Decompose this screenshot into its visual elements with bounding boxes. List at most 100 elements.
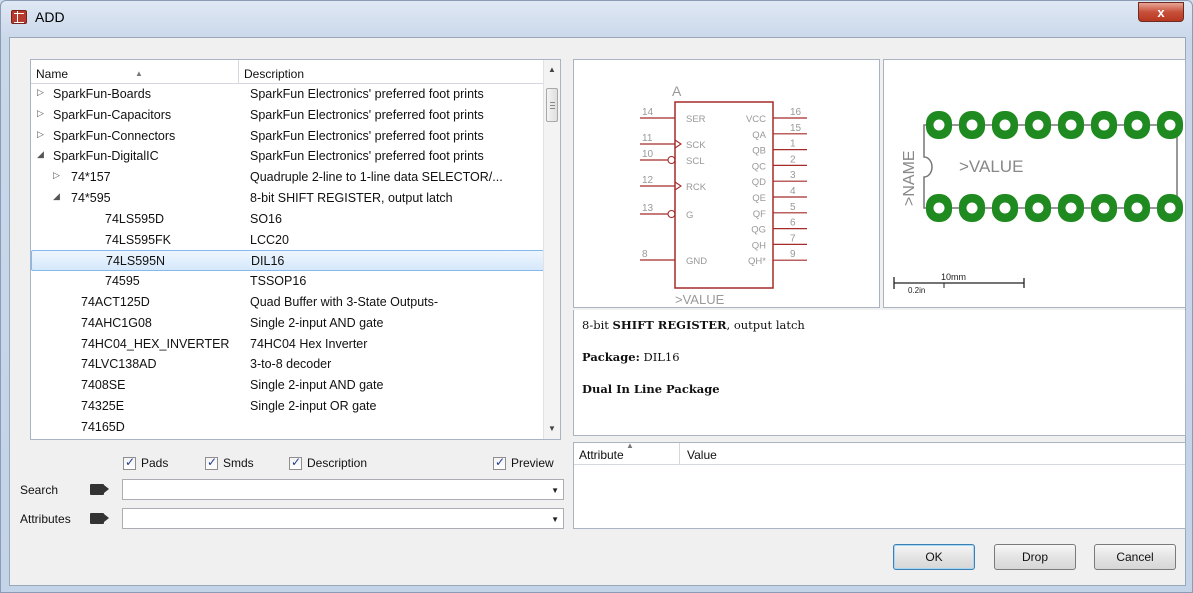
collapsed-arrow-icon[interactable]: ▷ [37,129,44,140]
expanded-arrow-icon[interactable]: ◢ [37,149,44,160]
pad-drill [1131,119,1143,131]
list-header: Name ▲ Description [31,60,545,84]
expanded-arrow-icon[interactable]: ◢ [53,191,60,202]
list-item[interactable]: 74165D [31,417,545,438]
ok-button[interactable]: OK [893,544,975,570]
list-item[interactable]: 74LS595D SO16 [31,209,545,230]
close-button[interactable]: x [1138,2,1184,22]
item-name: 74AHC1G08 [81,315,152,330]
item-description: DIL16 [251,254,285,269]
pin-number: 5 [790,202,796,213]
list-item[interactable]: ▷ SparkFun-Capacitors SparkFun Electronics… [31,105,545,126]
list-item[interactable]: 74HC04_HEX_INVERTER 74HC04 Hex Inverter [31,334,545,355]
item-description: Quad Buffer with 3-State Outputs- [250,294,439,309]
dialog-client-area: Name ▲ Description ▷ SparkFun-Boards SparkF… [9,37,1186,586]
pin-name: QF [753,209,766,220]
cancel-button[interactable]: Cancel [1094,544,1176,570]
column-header-description[interactable]: Description [239,60,545,84]
sort-arrow-icon: ▲ [626,441,634,450]
pin-number: 11 [642,133,653,144]
pad-drill [966,202,978,214]
pin-name: QD [752,177,766,188]
item-description: Single 2-input AND gate [250,315,384,330]
add-dialog: ADD x Name ▲ Description ▷ SparkFun-Boards… [0,0,1193,593]
pads-checkbox[interactable]: Pads [123,455,168,470]
item-name: SparkFun-Connectors [53,128,176,143]
item-name: 74LS595D [105,211,165,226]
list-item[interactable]: ▷ SparkFun-Connectors SparkFun Electronics… [31,126,545,147]
list-item[interactable]: 74LVC138AD 3-to-8 decoder [31,354,545,375]
list-item[interactable]: 7408SE Single 2-input AND gate [31,375,545,396]
list-item[interactable]: ▷ SparkFun-Boards SparkFun Electronics' pr… [31,84,545,105]
drop-button[interactable]: Drop [994,544,1076,570]
column-header-name[interactable]: Name ▲ [31,60,239,84]
column-header-attribute[interactable]: Attribute [579,448,624,462]
search-label: Search [20,483,59,497]
scale-in-label: 0.2in [908,286,925,295]
item-name: 74325E [81,398,125,413]
pin-number: 15 [790,123,802,134]
package-long-name: Dual In Line Package [582,382,720,396]
list-body: ▷ SparkFun-Boards SparkFun Electronics' pr… [31,84,545,439]
pin-name: QG [751,225,766,236]
scroll-thumb[interactable] [546,88,558,122]
item-name: 74595 [105,274,140,289]
search-combo[interactable]: ▼ [122,479,564,500]
column-header-value[interactable]: Value [687,448,717,462]
collapsed-arrow-icon[interactable]: ▷ [53,170,60,181]
item-description: SparkFun Electronics' preferred foot pri… [250,87,484,101]
pin-name: GND [686,256,707,267]
app-icon [11,10,27,24]
attribute-table-header: Attribute ▲ Value [574,441,1185,465]
pin-number: 14 [642,107,654,118]
list-scrollbar[interactable]: ▲ ▼ [543,60,560,439]
list-item[interactable]: 74AHC1G08 Single 2-input AND gate [31,313,545,334]
pin-number: 13 [642,203,654,214]
smds-checkbox[interactable]: Smds [205,455,254,470]
scroll-down-icon[interactable]: ▼ [544,421,560,437]
chevron-down-icon[interactable]: ▼ [551,486,559,495]
pin-clock-marker [674,139,682,149]
attributes-combo[interactable]: ▼ [122,508,564,529]
chevron-down-icon[interactable]: ▼ [551,515,559,524]
checkbox-checked-icon [493,455,506,470]
pin-name: QH* [748,256,766,267]
list-item[interactable]: ◢ SparkFun-DigitalIC SparkFun Electronics'… [31,146,545,167]
item-description: Single 2-input OR gate [250,398,377,413]
item-description: Quadruple 2-line to 1-line data SELECTOR… [250,170,503,185]
pad-drill [1164,202,1176,214]
list-item[interactable]: 74325E Single 2-input OR gate [31,396,545,417]
symbol-preview: A >VALUE 14 SER 11 SCK 10 SCL 12 RCK 13 G 8 GND 16 VCC 1… [573,59,880,308]
scroll-up-icon[interactable]: ▲ [544,62,560,78]
description-checkbox[interactable]: Description [289,455,367,470]
attributes-label: Attributes [20,512,71,526]
attributes-arrow-icon [90,513,109,524]
item-name: 74*595 [71,190,111,205]
list-item[interactable]: 74ACT125D Quad Buffer with 3-State Output… [31,292,545,313]
collapsed-arrow-icon[interactable]: ▷ [37,87,44,98]
pin-name: SER [686,114,706,125]
pin-name: QC [752,161,766,172]
list-item[interactable]: ◢ 74*595 8-bit SHIFT REGISTER, output latc… [31,188,545,209]
pin-name: QE [752,193,766,204]
package-drawing: >NAME >VALUE 10mm 0.2in [893,111,1183,295]
pin-name: G [686,210,693,221]
pad-drill [999,119,1011,131]
list-item[interactable]: ▷ 74*157 Quadruple 2-line to 1-line data S… [31,167,545,188]
window-title: ADD [35,9,65,25]
pin-number: 16 [790,107,802,118]
pin-number: 8 [642,249,648,260]
item-name: 74LVC138AD [81,357,157,372]
pad-drill [933,202,945,214]
list-item[interactable]: 74LS595N DIL16 [31,250,545,272]
checkbox-checked-icon [205,455,218,470]
pin-number: 12 [642,175,654,186]
item-description: TSSOP16 [250,274,307,289]
list-item[interactable]: 74595 TSSOP16 [31,271,545,292]
collapsed-arrow-icon[interactable]: ▷ [37,108,44,119]
list-item[interactable]: 74LS595FK LCC20 [31,230,545,251]
item-name: 74LS595FK [105,232,172,247]
device-description: 8-bit SHIFT REGISTER, output latch [582,318,805,332]
package-line: Package: DIL16 [582,350,680,364]
preview-checkbox[interactable]: Preview [493,455,554,470]
